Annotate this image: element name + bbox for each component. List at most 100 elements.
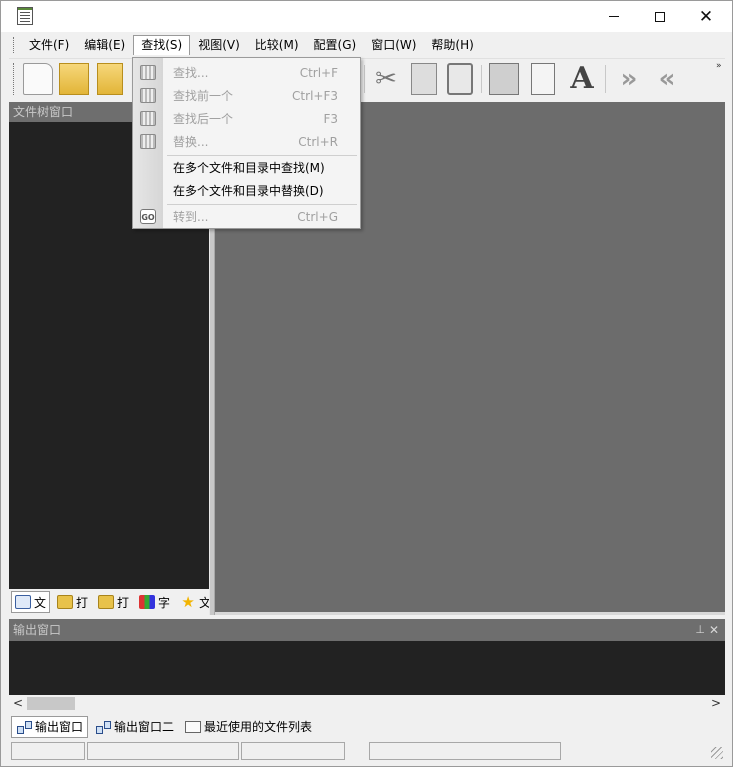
output-pane-title: 输出窗口 bbox=[13, 623, 62, 637]
copy-icon[interactable] bbox=[411, 63, 437, 95]
menu-file[interactable]: 文件(F) bbox=[22, 35, 76, 55]
menu-item-shortcut: Ctrl+R bbox=[298, 134, 338, 149]
toolbar-overflow-button[interactable]: » bbox=[716, 61, 722, 71]
tab-label: 最近使用的文件列表 bbox=[204, 720, 313, 734]
previous-difference-icon[interactable]: « bbox=[649, 63, 679, 95]
tab-recent-files[interactable]: 最近使用的文件列表 bbox=[181, 716, 316, 738]
menu-item-replace-in-files[interactable]: 在多个文件和目录中替换(D) bbox=[133, 179, 360, 202]
menu-item-label: 查找... bbox=[173, 66, 209, 80]
menu-item-label: 查找后一个 bbox=[173, 112, 234, 126]
paste-icon[interactable] bbox=[447, 63, 473, 95]
menu-item-label: 查找前一个 bbox=[173, 89, 234, 103]
pin-icon[interactable]: ⊥ bbox=[695, 619, 705, 641]
goto-icon: GO bbox=[140, 209, 156, 224]
menu-compare[interactable]: 比较(M) bbox=[248, 35, 306, 55]
app-window: ✕ 文件(F) 编辑(E) 查找(S) 视图(V) 比较(M) 配置(G) 窗口… bbox=[0, 0, 733, 767]
scroll-right-icon[interactable]: > bbox=[711, 695, 721, 712]
resize-grip-icon[interactable] bbox=[711, 747, 723, 759]
file-tree-icon bbox=[15, 595, 31, 609]
tab-print[interactable]: 打 bbox=[95, 591, 132, 613]
tab-label: 文 bbox=[34, 595, 47, 610]
menu-bar: 文件(F) 编辑(E) 查找(S) 视图(V) 比较(M) 配置(G) 窗口(W… bbox=[9, 34, 725, 56]
menu-help[interactable]: 帮助(H) bbox=[424, 35, 480, 55]
open-folder-icon[interactable] bbox=[59, 63, 89, 95]
menu-item-goto[interactable]: GO 转到... Ctrl+G bbox=[133, 205, 360, 228]
menu-item-label: 在多个文件和目录中替换(D) bbox=[173, 184, 324, 198]
tab-label: 打 bbox=[76, 595, 89, 610]
output-icon bbox=[16, 720, 32, 734]
menu-item-shortcut: Ctrl+F bbox=[299, 65, 338, 80]
output2-icon bbox=[95, 720, 112, 734]
find-next-icon bbox=[140, 111, 156, 126]
status-bar bbox=[9, 741, 725, 761]
tab-label: 输出窗口 bbox=[35, 720, 84, 734]
maximize-button[interactable] bbox=[637, 1, 683, 32]
close-icon: ✕ bbox=[698, 6, 714, 27]
next-difference-icon[interactable]: » bbox=[611, 63, 641, 95]
tab-output-2[interactable]: 输出窗口二 bbox=[91, 716, 178, 738]
scroll-left-icon[interactable]: < bbox=[13, 695, 23, 712]
output-panel[interactable] bbox=[9, 641, 725, 695]
tab-open-files[interactable]: 打 bbox=[54, 591, 91, 613]
tab-label: 字 bbox=[158, 595, 171, 610]
open-project-icon[interactable] bbox=[97, 63, 123, 95]
binoculars-icon bbox=[140, 65, 156, 80]
tab-output[interactable]: 输出窗口 bbox=[11, 715, 89, 738]
file-tree-tabs: 文 打 打 字 ★ 文 bbox=[9, 589, 211, 615]
tab-label: 输出窗口二 bbox=[114, 720, 175, 734]
menu-item-find-next[interactable]: 查找后一个 F3 bbox=[133, 107, 360, 130]
status-cell bbox=[11, 742, 85, 760]
menu-item-shortcut: Ctrl+F3 bbox=[292, 88, 338, 103]
menu-item-shortcut: F3 bbox=[323, 111, 338, 126]
maximize-icon bbox=[655, 11, 665, 22]
tab-charset[interactable]: 字 bbox=[136, 591, 173, 613]
open-file-icon bbox=[57, 595, 74, 609]
menu-item-find[interactable]: 查找... Ctrl+F bbox=[133, 61, 360, 84]
menu-window[interactable]: 窗口(W) bbox=[364, 35, 423, 55]
horizontal-splitter[interactable] bbox=[215, 612, 725, 615]
menu-item-label: 替换... bbox=[173, 135, 209, 149]
list-icon[interactable] bbox=[531, 63, 555, 95]
new-document-icon[interactable] bbox=[23, 63, 53, 95]
toolbar-separator bbox=[364, 65, 365, 93]
menu-grip-handle[interactable] bbox=[13, 37, 16, 53]
status-cell bbox=[87, 742, 239, 760]
toolbar: ✂ A » « » bbox=[9, 58, 725, 100]
close-button[interactable]: ✕ bbox=[683, 1, 729, 32]
horizontal-scrollbar[interactable]: < > bbox=[9, 695, 725, 712]
toolbar-grip-handle[interactable] bbox=[13, 63, 16, 95]
minimize-button[interactable] bbox=[591, 1, 637, 32]
menu-item-replace[interactable]: 替换... Ctrl+R bbox=[133, 130, 360, 153]
toolbar-separator bbox=[481, 65, 482, 93]
menu-item-shortcut: Ctrl+G bbox=[297, 209, 338, 224]
find-previous-icon bbox=[140, 88, 156, 103]
status-cell bbox=[241, 742, 345, 760]
title-bar: ✕ bbox=[1, 1, 732, 32]
close-icon[interactable]: ✕ bbox=[709, 619, 719, 641]
favorites-icon: ★ bbox=[181, 593, 195, 611]
menu-item-label: 转到... bbox=[173, 210, 209, 224]
menu-item-find-previous[interactable]: 查找前一个 Ctrl+F3 bbox=[133, 84, 360, 107]
recent-files-icon bbox=[185, 720, 202, 733]
tab-label: 打 bbox=[117, 595, 130, 610]
replace-icon bbox=[140, 134, 156, 149]
menu-search[interactable]: 查找(S) bbox=[133, 35, 191, 55]
menu-item-find-in-files[interactable]: 在多个文件和目录中查找(M) bbox=[133, 156, 360, 179]
select-icon[interactable] bbox=[489, 63, 519, 95]
output-pane-header: 输出窗口 ⊥ ✕ bbox=[9, 619, 725, 641]
search-menu-dropdown: 查找... Ctrl+F 查找前一个 Ctrl+F3 查找后一个 F3 替换..… bbox=[132, 57, 361, 229]
output-tabs: 输出窗口 输出窗口二 最近使用的文件列表 bbox=[9, 714, 725, 739]
menu-config[interactable]: 配置(G) bbox=[307, 35, 364, 55]
menu-view[interactable]: 视图(V) bbox=[191, 35, 247, 55]
cut-icon[interactable]: ✂ bbox=[371, 63, 401, 95]
toolbar-separator bbox=[605, 65, 606, 93]
menu-edit[interactable]: 编辑(E) bbox=[77, 35, 132, 55]
print-icon bbox=[98, 595, 115, 609]
charset-icon bbox=[139, 595, 156, 609]
scroll-thumb[interactable] bbox=[27, 697, 75, 710]
tab-file-tree[interactable]: 文 bbox=[11, 591, 51, 613]
document-icon[interactable] bbox=[17, 7, 33, 25]
font-icon[interactable]: A bbox=[567, 63, 597, 95]
status-cell bbox=[369, 742, 561, 760]
minimize-icon bbox=[609, 16, 619, 17]
